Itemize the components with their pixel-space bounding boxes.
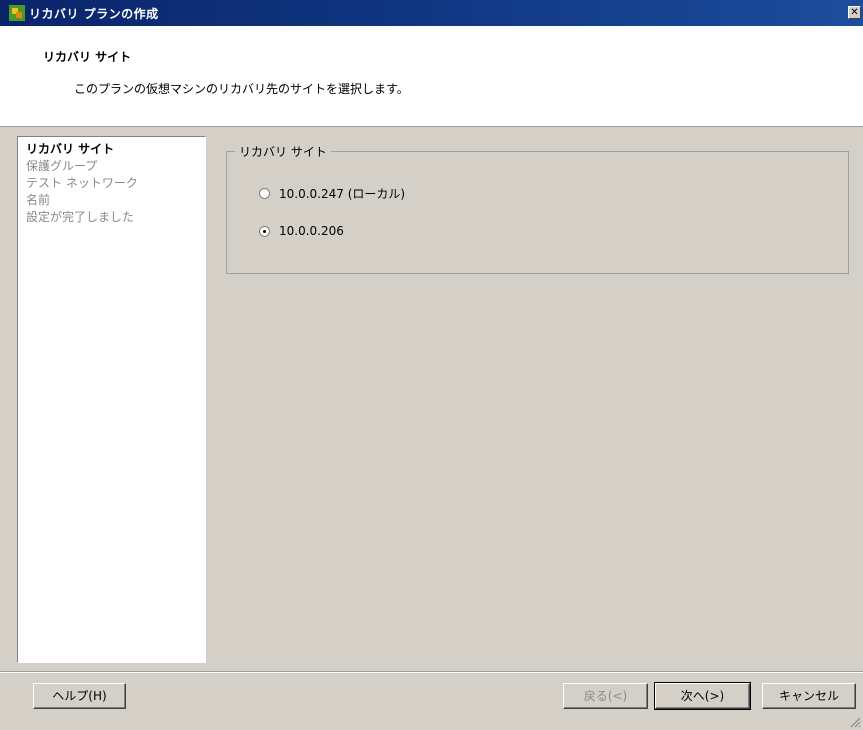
step-name: 名前 [26,193,51,207]
site-option-label: 10.0.0.206 [279,224,344,238]
wizard-steps-list: リカバリ サイト 保護グループ テスト ネットワーク 名前 設定が完了しました [17,136,206,663]
step-recovery-site: リカバリ サイト [26,142,115,156]
footer-divider [0,671,863,673]
radio-button-selected[interactable] [259,225,270,237]
close-icon[interactable]: ✕ [848,6,861,19]
page-title: リカバリ サイト [43,50,132,64]
back-button[interactable]: 戻る(<) [563,683,648,709]
window-title: リカバリ プランの作成 [29,7,159,21]
title-bar: リカバリ プランの作成 ✕ [0,0,863,26]
app-icon [9,5,25,21]
site-option-local[interactable]: 10.0.0.247 (ローカル) [259,185,405,202]
step-complete: 設定が完了しました [26,210,135,224]
next-button[interactable]: 次へ(>) [654,682,751,710]
page-description: このプランの仮想マシンのリカバリ先のサイトを選択します。 [74,82,409,96]
wizard-header: リカバリ サイト このプランの仮想マシンのリカバリ先のサイトを選択します。 [0,26,863,127]
site-option-label: 10.0.0.247 (ローカル) [279,187,406,201]
resize-grip-icon[interactable] [849,716,861,728]
radio-button-unselected[interactable] [259,188,270,199]
step-test-network: テスト ネットワーク [26,176,138,190]
site-option-remote[interactable]: 10.0.0.206 [259,224,344,238]
cancel-button[interactable]: キャンセル [762,683,856,709]
step-protection-group: 保護グループ [26,159,98,173]
group-legend: リカバリ サイト [235,143,331,160]
help-button[interactable]: ヘルプ(H) [33,683,126,709]
recovery-site-group: リカバリ サイト 10.0.0.247 (ローカル) 10.0.0.206 [226,143,849,274]
